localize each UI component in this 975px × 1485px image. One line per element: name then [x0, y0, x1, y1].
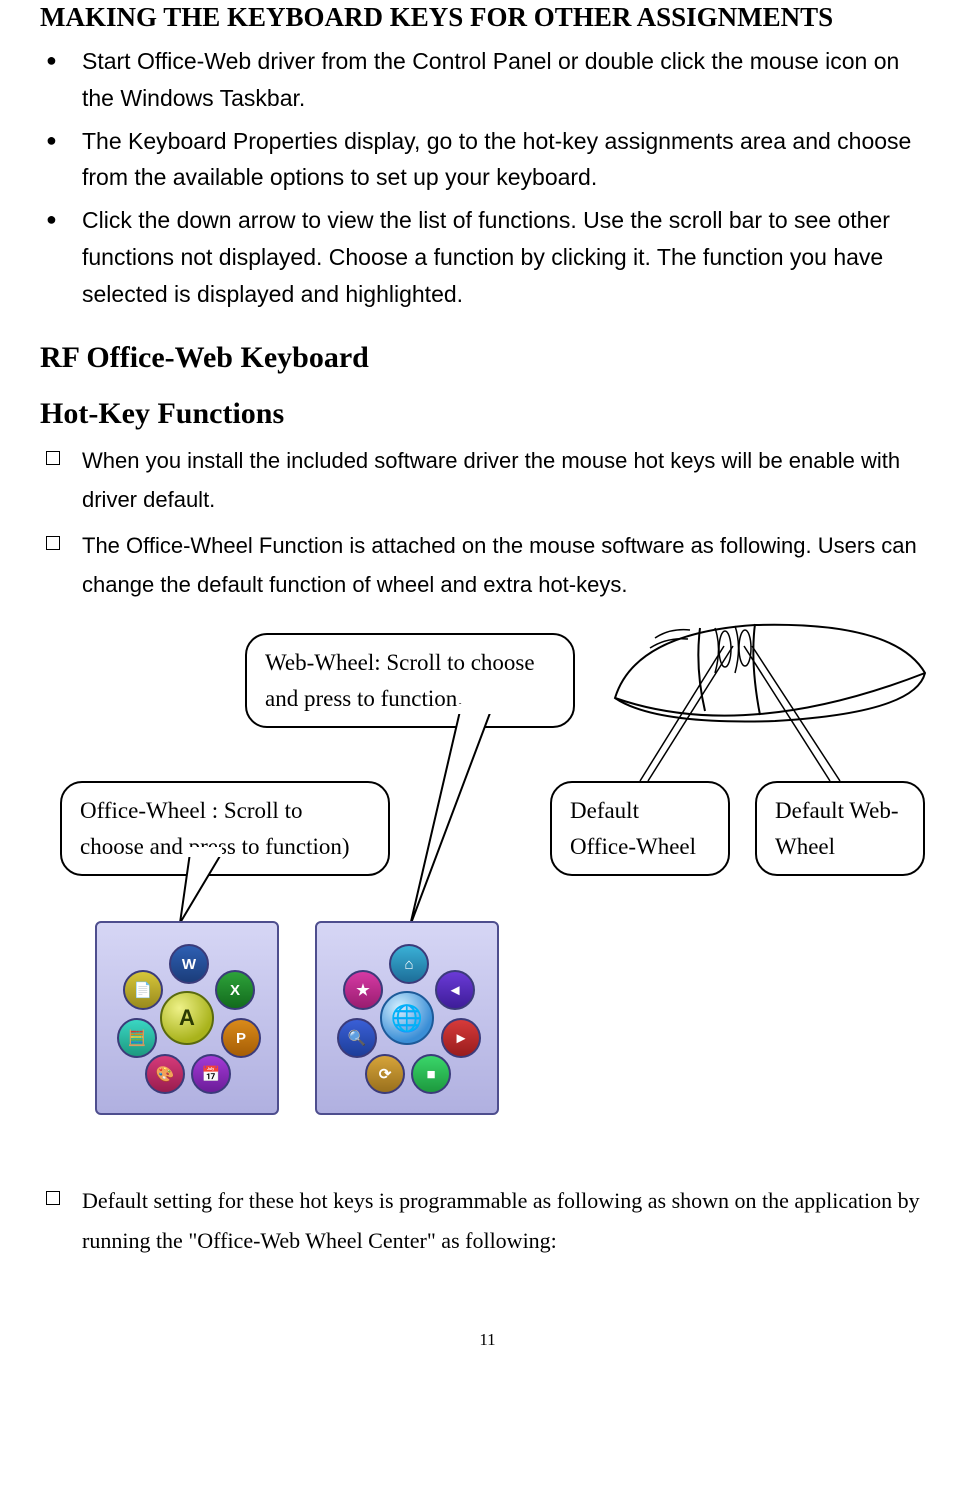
web-wheel-widget[interactable]: ⌂ ◄ ► ■ ⟳ 🔍 ★ 🌐 [315, 921, 499, 1115]
list-item: The Keyboard Properties display, go to t… [82, 123, 935, 197]
callout-text: Default Web-Wheel [775, 798, 899, 859]
radial-item-powerpoint-icon[interactable]: P [221, 1018, 261, 1058]
radial-item-excel-icon[interactable]: X [215, 970, 255, 1010]
callout-office-wheel: Office-Wheel : Scroll to choose and pres… [60, 781, 390, 876]
radial-menu: W X P 📅 🎨 🧮 📄 A [117, 948, 257, 1088]
callout-text: Default Office-Wheel [570, 798, 696, 859]
radial-item-home-icon[interactable]: ⌂ [389, 944, 429, 984]
radial-item-refresh-icon[interactable]: ⟳ [365, 1054, 405, 1094]
list-item: When you install the included software d… [82, 441, 935, 520]
callout-default-office: Default Office-Wheel [550, 781, 730, 876]
list-item: Start Office-Web driver from the Control… [82, 43, 935, 117]
heading-sub1: RF Office-Web Keyboard [40, 341, 935, 375]
page-number: 11 [40, 1330, 935, 1350]
radial-item-calendar-icon[interactable]: 📅 [191, 1054, 231, 1094]
callout-web-wheel: Web-Wheel: Scroll to choose and press to… [245, 633, 575, 728]
radial-item-search-icon[interactable]: 🔍 [337, 1018, 377, 1058]
mid-square-list: When you install the included software d… [40, 441, 935, 605]
top-bullet-list: Start Office-Web driver from the Control… [40, 43, 935, 313]
list-item: Click the down arrow to view the list of… [82, 202, 935, 312]
callout-text: Office-Wheel : Scroll to choose and pres… [80, 798, 350, 859]
callout-default-web: Default Web-Wheel [755, 781, 925, 876]
radial-item-forward-icon[interactable]: ► [441, 1018, 481, 1058]
diagram-area: Web-Wheel: Scroll to choose and press to… [40, 591, 935, 1151]
radial-item-paint-icon[interactable]: 🎨 [145, 1054, 185, 1094]
radial-item-favorite-icon[interactable]: ★ [343, 970, 383, 1010]
radial-item-back-icon[interactable]: ◄ [435, 970, 475, 1010]
radial-center[interactable]: A [160, 991, 214, 1045]
bottom-square-list: Default setting for these hot keys is pr… [40, 1181, 935, 1260]
radial-center[interactable]: 🌐 [380, 991, 434, 1045]
heading-main: MAKING THE KEYBOARD KEYS FOR OTHER ASSIG… [40, 0, 935, 35]
office-wheel-widget[interactable]: W X P 📅 🎨 🧮 📄 A [95, 921, 279, 1115]
radial-menu: ⌂ ◄ ► ■ ⟳ 🔍 ★ 🌐 [337, 948, 477, 1088]
callout-text: Web-Wheel: Scroll to choose and press to… [265, 650, 535, 711]
radial-item-calculator-icon[interactable]: 🧮 [117, 1018, 157, 1058]
radial-item-doc-icon[interactable]: 📄 [123, 970, 163, 1010]
radial-item-word-icon[interactable]: W [169, 944, 209, 984]
heading-sub2: Hot-Key Functions [40, 397, 935, 431]
list-item: Default setting for these hot keys is pr… [82, 1181, 935, 1260]
radial-item-stop-icon[interactable]: ■ [411, 1054, 451, 1094]
